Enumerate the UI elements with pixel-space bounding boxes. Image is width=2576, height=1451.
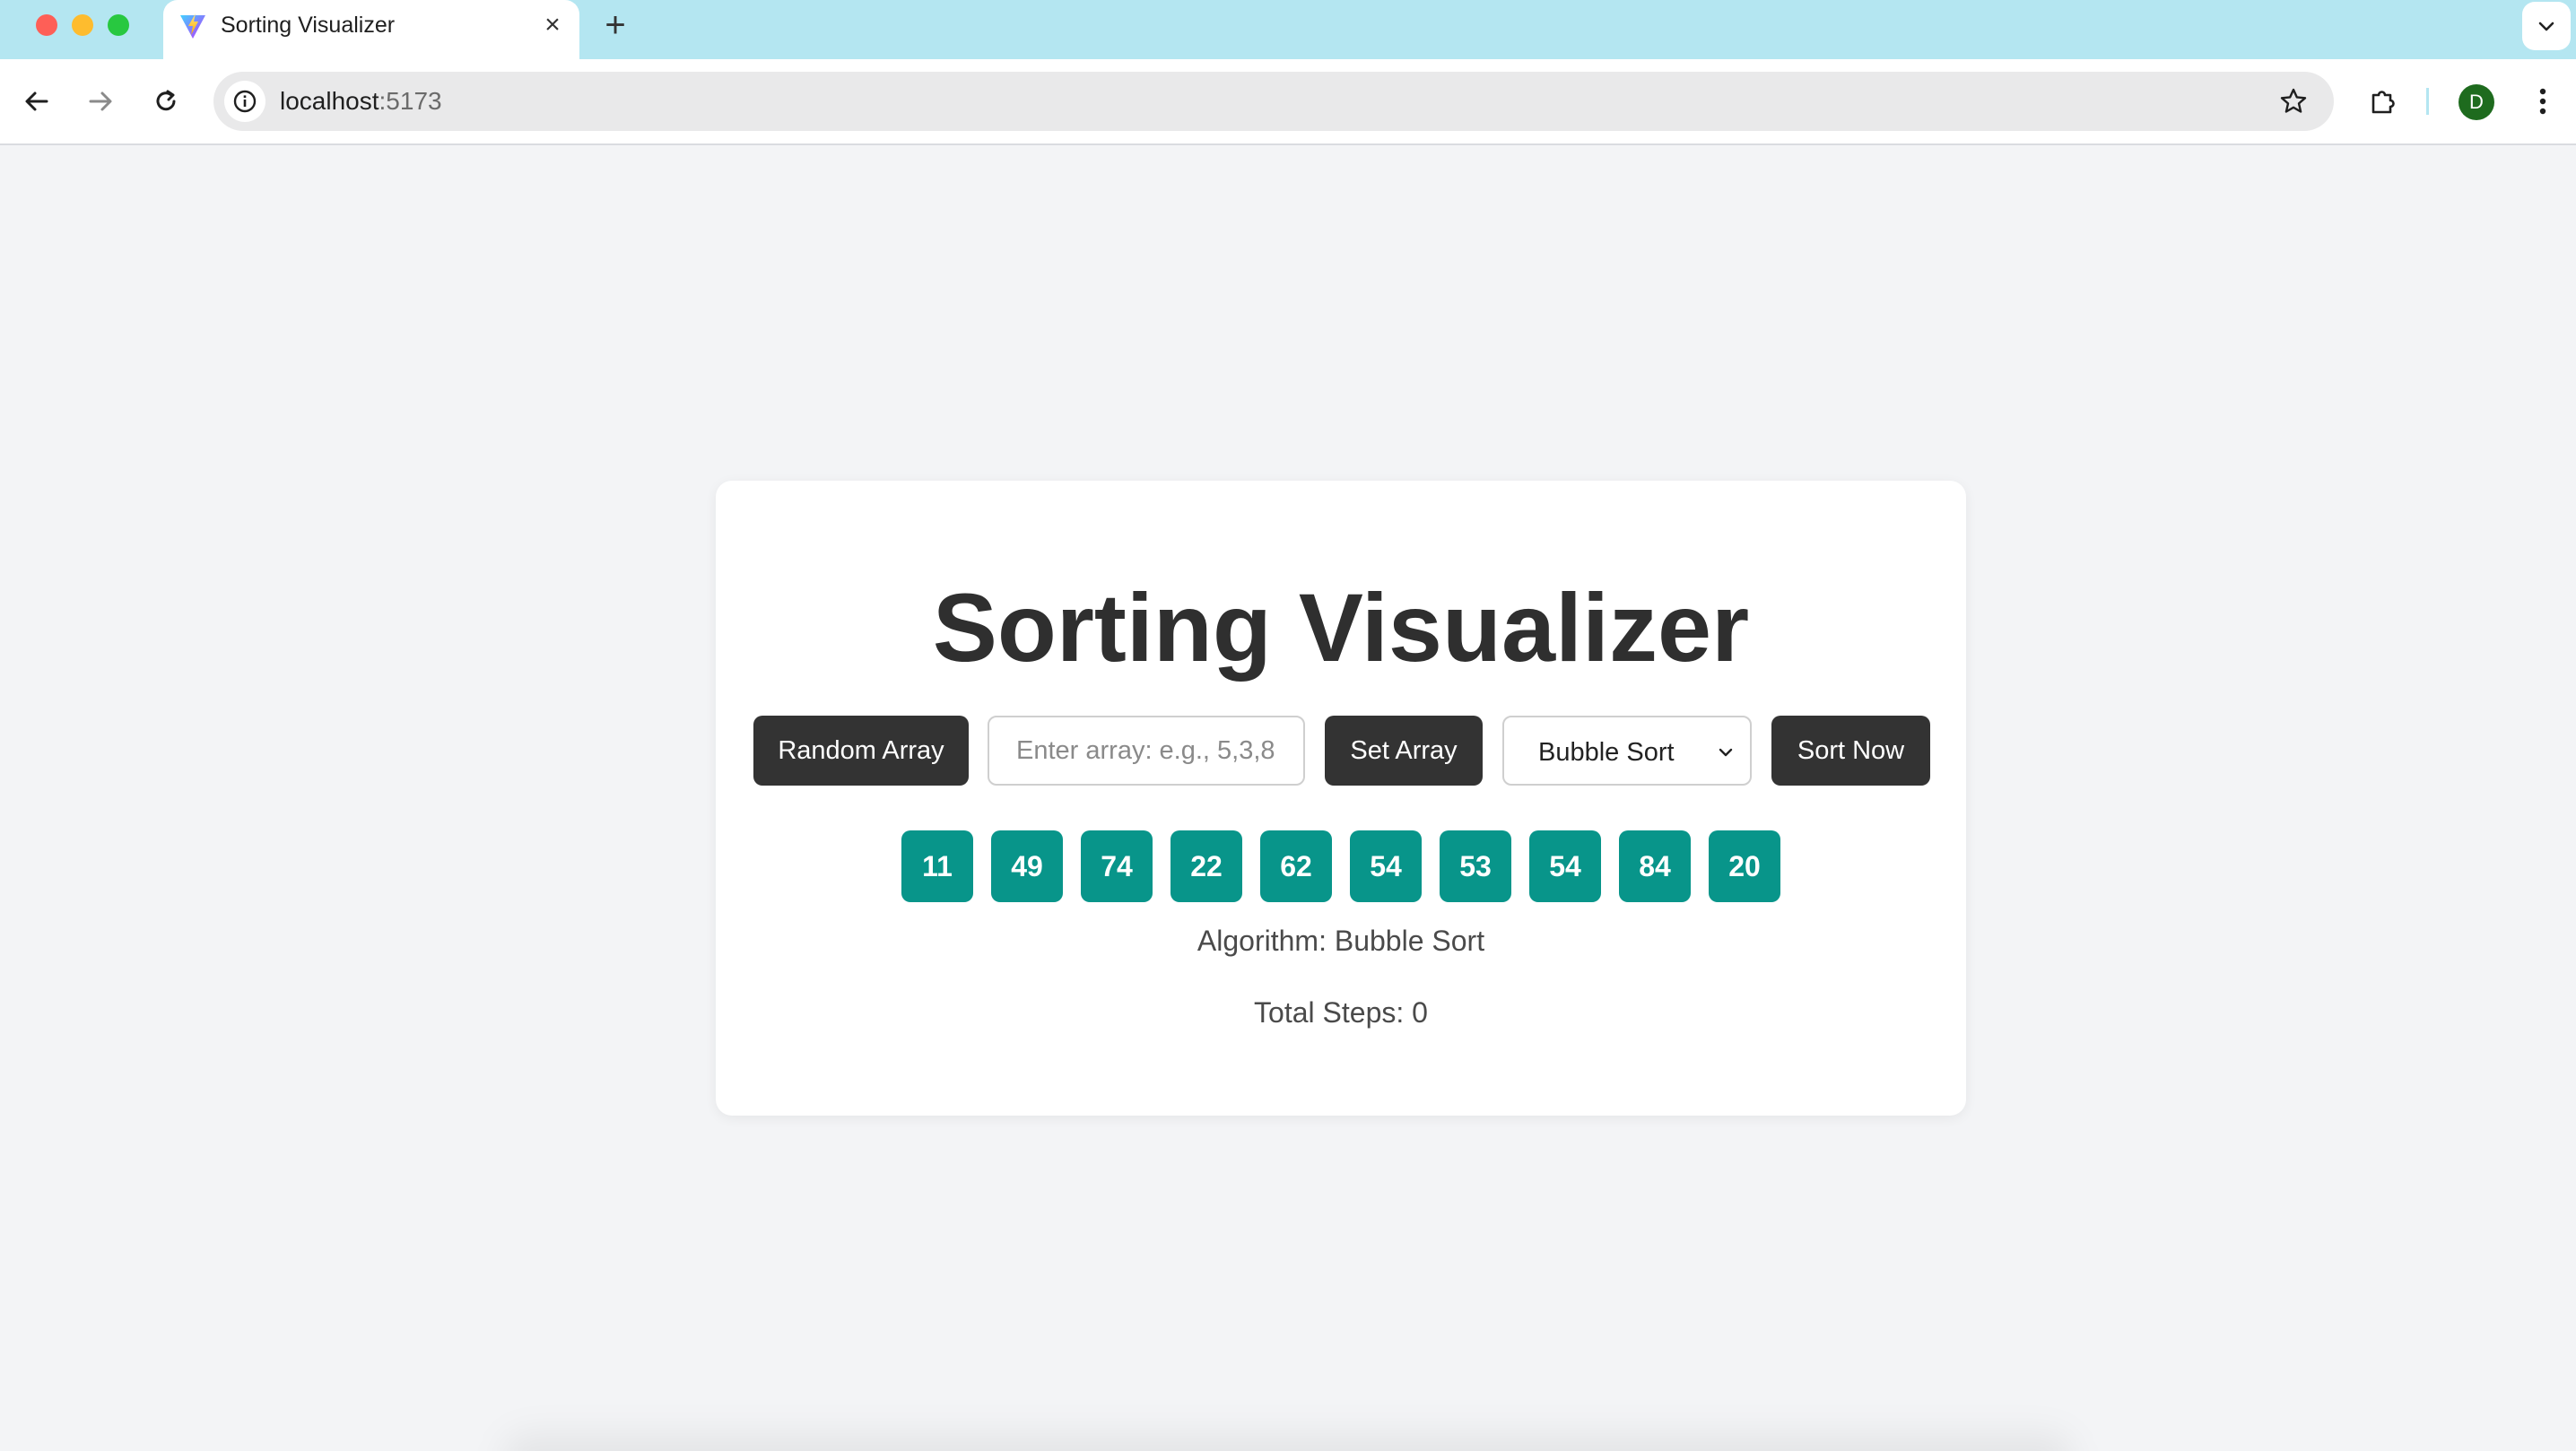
- vite-logo-icon: [180, 13, 205, 39]
- arrow-left-icon: [25, 91, 48, 111]
- array-element: 11: [901, 830, 973, 902]
- total-steps-label: Total Steps: 0: [1254, 996, 1428, 1029]
- back-button[interactable]: [14, 79, 59, 124]
- reload-button[interactable]: [144, 79, 188, 124]
- chevron-down-icon: [2538, 22, 2554, 31]
- extensions-button[interactable]: [2361, 79, 2406, 124]
- url-port: :5173: [379, 87, 442, 115]
- array-element: 20: [1709, 830, 1780, 902]
- toolbar-divider: [2426, 88, 2429, 115]
- window-zoom-button[interactable]: [108, 14, 129, 36]
- tab-close-icon[interactable]: ×: [536, 9, 569, 41]
- array-input[interactable]: [988, 716, 1305, 786]
- algorithm-label: Algorithm: Bubble Sort: [1197, 925, 1485, 957]
- site-info-button[interactable]: [224, 81, 265, 122]
- arrow-right-icon: [89, 91, 112, 111]
- browser-tab-active[interactable]: Sorting Visualizer ×: [163, 0, 579, 59]
- info-icon: [233, 90, 257, 113]
- chevron-down-icon: [1719, 748, 1733, 757]
- star-icon: [2280, 88, 2307, 113]
- page-viewport: Sorting Visualizer Random Array Set Arra…: [0, 145, 2576, 1451]
- algorithm-select[interactable]: Bubble Sort: [1502, 716, 1752, 786]
- new-tab-icon[interactable]: +: [597, 7, 633, 43]
- array-element: 84: [1619, 830, 1691, 902]
- window-close-button[interactable]: [36, 14, 57, 36]
- array-element: 22: [1171, 830, 1242, 902]
- address-bar[interactable]: localhost:5173: [213, 72, 2334, 131]
- array-element: 74: [1081, 830, 1153, 902]
- array-element: 49: [991, 830, 1063, 902]
- array-element: 54: [1529, 830, 1601, 902]
- random-array-button[interactable]: Random Array: [753, 716, 969, 786]
- array-element: 53: [1440, 830, 1511, 902]
- forward-button[interactable]: [78, 79, 123, 124]
- browser-toolbar: localhost:5173 D: [0, 59, 2576, 145]
- page-title: Sorting Visualizer: [932, 573, 1750, 682]
- sort-now-button[interactable]: Sort Now: [1771, 716, 1930, 786]
- tab-title: Sorting Visualizer: [221, 13, 396, 38]
- tab-search-button[interactable]: [2522, 2, 2571, 50]
- reload-icon: [156, 90, 176, 111]
- url-text: localhost:5173: [280, 87, 442, 116]
- browser-tab-strip: Sorting Visualizer × +: [0, 0, 2576, 59]
- window-minimize-button[interactable]: [72, 14, 93, 36]
- profile-avatar[interactable]: D: [2459, 84, 2494, 120]
- more-vert-icon: [2539, 88, 2546, 115]
- url-host: localhost: [280, 87, 379, 115]
- array-element: 54: [1350, 830, 1422, 902]
- bottom-shadow: [502, 1433, 2074, 1451]
- algorithm-select-value: Bubble Sort: [1538, 738, 1675, 767]
- array-display: 11 49 74 22 62 54 53 54 84 20: [716, 830, 1966, 902]
- browser-menu-button[interactable]: [2520, 79, 2565, 124]
- visualizer-card: Sorting Visualizer Random Array Set Arra…: [716, 481, 1966, 1116]
- array-element: 62: [1260, 830, 1332, 902]
- puzzle-icon: [2371, 91, 2395, 114]
- bookmark-button[interactable]: [2273, 81, 2314, 122]
- set-array-button[interactable]: Set Array: [1325, 716, 1483, 786]
